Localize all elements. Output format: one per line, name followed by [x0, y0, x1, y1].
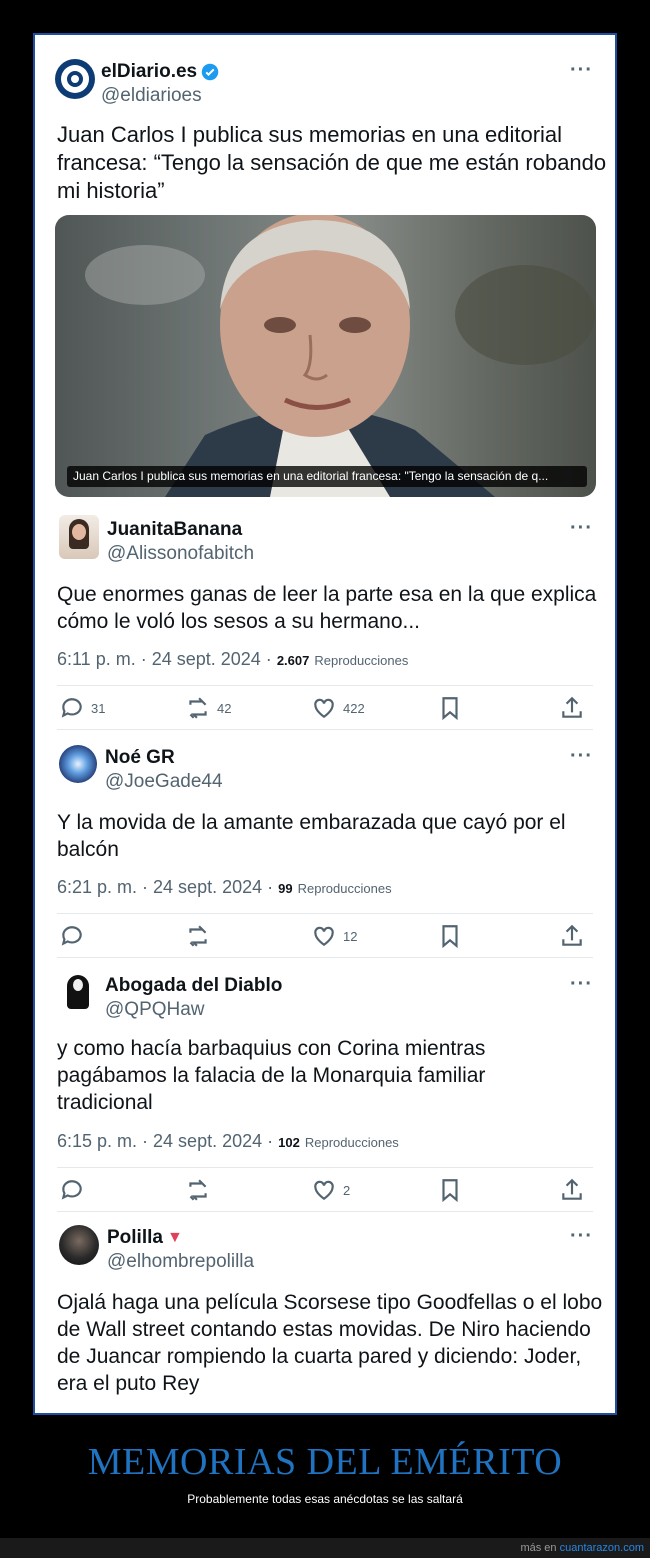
- share-button[interactable]: [559, 1177, 585, 1203]
- bookmark-icon: [442, 925, 458, 949]
- author-name[interactable]: Noé GR: [105, 747, 175, 769]
- abogada-avatar[interactable]: [59, 969, 97, 1011]
- bookmark-icon: [442, 697, 458, 721]
- like-button[interactable]: 2: [311, 1177, 350, 1203]
- share-icon: [562, 1178, 582, 1200]
- tweet-timestamp[interactable]: 6:15 p. m. · 24 sept. 2024 ·: [57, 1131, 273, 1151]
- tweet-text: Juan Carlos I publica sus memorias en un…: [57, 122, 607, 203]
- tweet-text: Y la movida de la amante embarazada que …: [57, 811, 566, 861]
- like-count: 12: [343, 928, 358, 944]
- more-options-icon[interactable]: ···: [570, 59, 593, 82]
- tweet-image[interactable]: Juan Carlos I publica sus memorias en un…: [55, 215, 596, 497]
- like-count: 422: [343, 700, 365, 716]
- tweet-timestamp[interactable]: 6:21 p. m. · 24 sept. 2024 ·: [57, 877, 273, 897]
- tweet-text: y como hacía barbaquius con Corina mient…: [57, 1037, 486, 1114]
- author-handle[interactable]: @eldiarioes: [101, 85, 202, 107]
- share-icon: [562, 696, 582, 718]
- author-name[interactable]: JuanitaBanana: [107, 519, 242, 541]
- meme-title: MEMORIAS DEL EMÉRITO: [87, 1441, 563, 1483]
- juanita-avatar[interactable]: [59, 515, 99, 559]
- view-count-label: Reproducciones: [314, 653, 409, 668]
- bookmark-button[interactable]: [437, 1177, 463, 1203]
- reply-button[interactable]: 31: [59, 695, 105, 721]
- author-name[interactable]: elDiario.es: [101, 61, 197, 83]
- site-credit-bar: más en cuantarazon.com: [0, 1538, 650, 1558]
- heart-icon: [314, 698, 334, 718]
- view-count: 102: [278, 1135, 300, 1150]
- reply-tweet-1: JuanitaBanana @Alissonofabitch ··· Que e…: [35, 511, 615, 731]
- noe-avatar[interactable]: [59, 745, 97, 783]
- tweet-timestamp[interactable]: 6:11 p. m. · 24 sept. 2024 ·: [57, 649, 272, 669]
- reply-tweet-2: Noé GR @JoeGade44 ··· Y la movida de la …: [35, 737, 615, 961]
- author-name[interactable]: Polilla: [107, 1227, 163, 1249]
- divider: [57, 913, 593, 914]
- view-count: 2.607: [276, 653, 310, 668]
- main-tweet: elDiario.es @eldiarioes ··· Juan Carlos …: [35, 35, 615, 505]
- author-handle[interactable]: @JoeGade44: [105, 771, 223, 793]
- view-count-label: Reproducciones: [304, 1135, 399, 1150]
- retweet-button[interactable]: 42: [185, 695, 231, 721]
- polilla-avatar[interactable]: [59, 1225, 99, 1265]
- portrait-photo: [55, 215, 596, 497]
- retweet-button[interactable]: [185, 1177, 217, 1203]
- author-name[interactable]: Abogada del Diablo: [105, 975, 282, 997]
- tweet-text: Ojalá haga una película Scorsese tipo Go…: [57, 1291, 603, 1395]
- more-options-icon[interactable]: ···: [570, 973, 593, 996]
- like-button[interactable]: 422: [311, 695, 365, 721]
- reply-tweet-3: Abogada del Diablo @QPQHaw ··· y como ha…: [35, 965, 615, 1212]
- view-count: 99: [278, 881, 293, 896]
- eldiario-avatar[interactable]: [55, 59, 95, 99]
- more-options-icon[interactable]: ···: [570, 1225, 593, 1248]
- reply-icon: [61, 926, 82, 946]
- retweet-button[interactable]: [185, 923, 217, 949]
- tweet-text: Que enormes ganas de leer la parte esa e…: [57, 583, 597, 633]
- share-button[interactable]: [559, 695, 585, 721]
- divider: [57, 685, 593, 686]
- divider: [57, 1211, 593, 1212]
- bookmark-icon: [442, 1179, 458, 1203]
- view-count-label: Reproducciones: [297, 881, 392, 896]
- retweet-icon: [189, 1179, 207, 1201]
- reply-button[interactable]: [59, 1177, 91, 1203]
- author-handle[interactable]: @elhombrepolilla: [107, 1251, 254, 1273]
- divider: [57, 729, 593, 730]
- divider: [57, 957, 593, 958]
- action-bar: 2: [57, 1177, 593, 1207]
- heart-icon: [314, 1180, 334, 1200]
- retweet-icon: [189, 925, 207, 947]
- share-button[interactable]: [559, 923, 585, 949]
- reply-count: 31: [91, 700, 106, 716]
- reply-icon: [61, 698, 82, 718]
- author-handle[interactable]: @Alissonofabitch: [107, 543, 254, 565]
- bookmark-button[interactable]: [437, 695, 463, 721]
- retweet-count: 42: [217, 700, 232, 716]
- like-count: 2: [343, 1182, 351, 1198]
- more-options-icon[interactable]: ···: [570, 745, 593, 768]
- action-bar: 31 42 422: [57, 695, 593, 725]
- reply-tweet-4: Polilla ▼ @elhombrepolilla ··· Ojalá hag…: [35, 1217, 615, 1413]
- divider: [57, 1167, 593, 1168]
- action-bar: 12: [57, 923, 593, 953]
- more-options-icon[interactable]: ···: [570, 517, 593, 540]
- retweet-icon: [189, 697, 207, 719]
- meme-subtitle: Probablemente todas esas anécdotas se la…: [187, 1492, 463, 1506]
- red-triangle-icon: ▼: [166, 1229, 183, 1246]
- credit-prefix: más en: [520, 1542, 557, 1554]
- reply-button[interactable]: [59, 923, 91, 949]
- share-icon: [562, 924, 582, 946]
- verified-badge-icon: [201, 63, 219, 81]
- site-link[interactable]: cuantarazon.com: [560, 1542, 644, 1554]
- like-button[interactable]: 12: [311, 923, 357, 949]
- bookmark-button[interactable]: [437, 923, 463, 949]
- author-handle[interactable]: @QPQHaw: [105, 999, 205, 1021]
- tweet-screenshot-card: elDiario.es @eldiarioes ··· Juan Carlos …: [33, 33, 617, 1415]
- image-caption: Juan Carlos I publica sus memorias en un…: [67, 466, 587, 487]
- reply-icon: [61, 1180, 82, 1200]
- heart-icon: [314, 926, 334, 946]
